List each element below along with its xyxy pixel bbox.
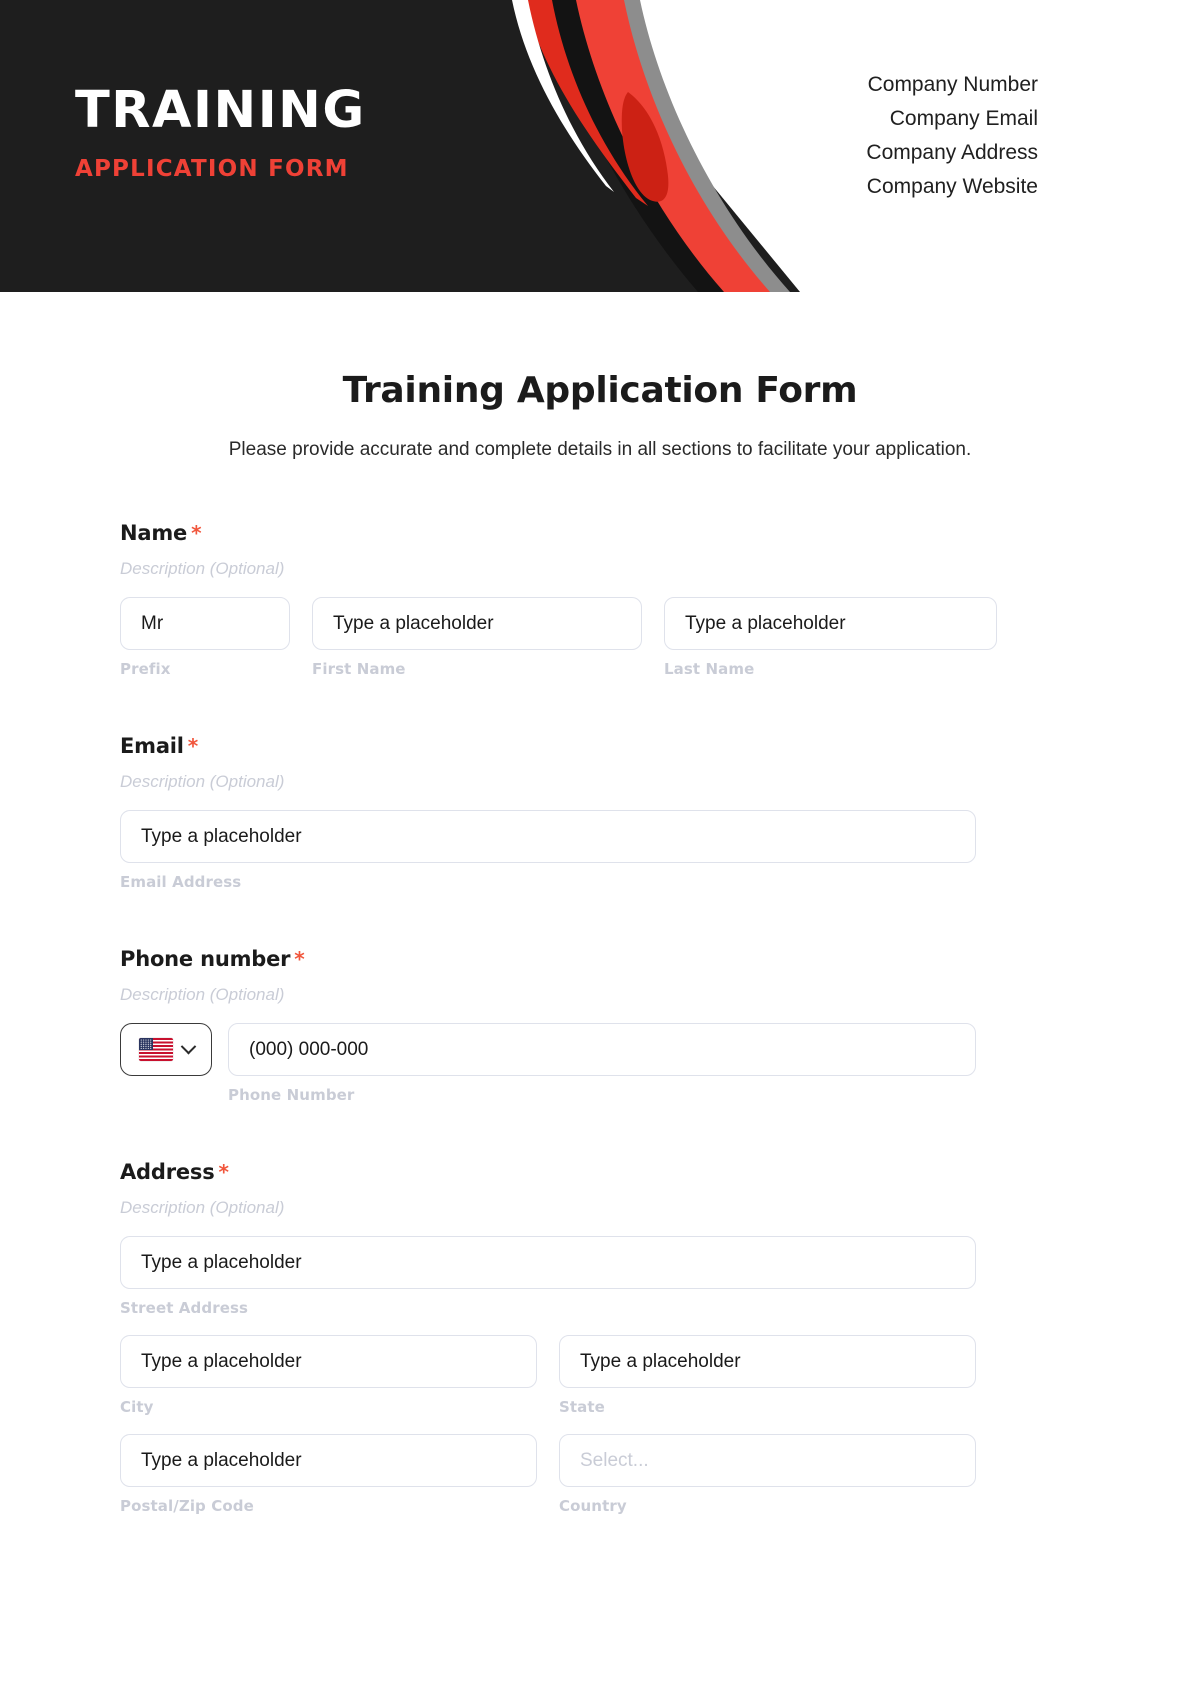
last-name-column: Type a placeholder Last Name — [664, 597, 997, 678]
phone-description: Description (Optional) — [120, 985, 285, 1004]
field-group-email: Email * Description (Optional) Type a pla… — [120, 734, 1080, 891]
address-label: Address * — [120, 1160, 1080, 1184]
postal-code-input[interactable]: Type a placeholder — [120, 1434, 537, 1487]
name-label-text: Name — [120, 521, 188, 545]
phone-number-sublabel: Phone Number — [228, 1086, 355, 1104]
company-email-text: Company Email — [889, 107, 1038, 130]
city-input[interactable]: Type a placeholder — [120, 1335, 537, 1388]
bottom-spacer — [120, 1515, 1080, 1615]
page-title: Training Application Form — [342, 370, 858, 411]
field-group-address: Address * Description (Optional) Type a p… — [120, 1160, 1080, 1515]
city-column: Type a placeholder City — [120, 1335, 537, 1416]
last-name-sublabel: Last Name — [664, 660, 755, 678]
state-input[interactable]: Type a placeholder — [559, 1335, 976, 1388]
state-column: Type a placeholder State — [559, 1335, 976, 1416]
required-asterisk: * — [187, 734, 199, 758]
phone-number-column: (000) 000-000 Phone Number — [228, 1023, 976, 1104]
phone-label: Phone number * — [120, 947, 1080, 971]
prefix-input[interactable]: Mr — [120, 597, 290, 650]
required-asterisk: * — [191, 521, 202, 545]
company-number-text: Company Number — [867, 73, 1038, 96]
name-inputs-row: Mr Prefix Type a placeholder First Name … — [120, 597, 1080, 678]
first-name-sublabel: First Name — [312, 660, 406, 678]
city-state-row: Type a placeholder City Type a placehold… — [120, 1335, 1080, 1416]
brand-title: TRAINING — [75, 81, 366, 140]
first-name-column: Type a placeholder First Name — [312, 597, 642, 678]
email-column: Type a placeholder Email Address — [120, 810, 976, 891]
country-code-select[interactable] — [120, 1023, 212, 1076]
phone-number-input[interactable]: (000) 000-000 — [228, 1023, 976, 1076]
name-label: Name * — [120, 521, 1080, 545]
required-asterisk: * — [218, 1160, 229, 1184]
prefix-column: Mr Prefix — [120, 597, 290, 678]
page-root: TRAINING APPLICATION FORM Company Number… — [0, 0, 1200, 1701]
field-group-phone: Phone number * Description (Optional) (00… — [120, 947, 1080, 1104]
street-address-input[interactable]: Type a placeholder — [120, 1236, 976, 1289]
company-address-text: Company Address — [866, 141, 1038, 164]
field-group-name: Name * Description (Optional) Mr Prefix T… — [120, 521, 1080, 678]
postal-code-column: Type a placeholder Postal/Zip Code — [120, 1434, 537, 1515]
country-sublabel: Country — [559, 1497, 627, 1515]
country-select[interactable]: Select... — [559, 1434, 976, 1487]
address-label-text: Address — [120, 1160, 215, 1184]
state-sublabel: State — [559, 1398, 605, 1416]
postal-code-sublabel: Postal/Zip Code — [120, 1497, 254, 1515]
phone-label-text: Phone number — [120, 947, 291, 971]
postal-country-row: Type a placeholder Postal/Zip Code Selec… — [120, 1434, 1080, 1515]
chevron-down-icon — [180, 1038, 196, 1055]
email-description: Description (Optional) — [120, 772, 285, 791]
brand-subtitle: APPLICATION FORM — [75, 156, 349, 182]
city-sublabel: City — [120, 1398, 154, 1416]
last-name-input[interactable]: Type a placeholder — [664, 597, 997, 650]
us-flag-icon — [138, 1038, 173, 1061]
street-address-column: Type a placeholder Street Address — [120, 1236, 976, 1317]
country-column: Select... Country — [559, 1434, 976, 1515]
email-label-text: Email — [120, 734, 184, 758]
email-input[interactable]: Type a placeholder — [120, 810, 976, 863]
required-asterisk: * — [294, 947, 305, 971]
phone-inputs-row: (000) 000-000 Phone Number — [120, 1023, 1080, 1104]
email-sublabel: Email Address — [120, 873, 242, 891]
email-label: Email * — [120, 734, 1080, 758]
page-subtitle: Please provide accurate and complete det… — [228, 439, 972, 460]
form-body: Training Application Form Please provide… — [0, 370, 1200, 1615]
brand-block: TRAINING APPLICATION FORM — [75, 85, 366, 181]
prefix-sublabel: Prefix — [120, 660, 171, 678]
email-inputs-row: Type a placeholder Email Address — [120, 810, 1080, 891]
address-description: Description (Optional) — [120, 1198, 285, 1217]
company-website-text: Company Website — [866, 175, 1038, 198]
page-header: TRAINING APPLICATION FORM Company Number… — [0, 0, 1200, 292]
first-name-input[interactable]: Type a placeholder — [312, 597, 642, 650]
street-address-sublabel: Street Address — [120, 1299, 249, 1317]
company-info-block: Company Number Company Email Company Add… — [866, 68, 1038, 204]
street-address-row: Type a placeholder Street Address — [120, 1236, 1080, 1317]
name-description: Description (Optional) — [120, 559, 285, 578]
